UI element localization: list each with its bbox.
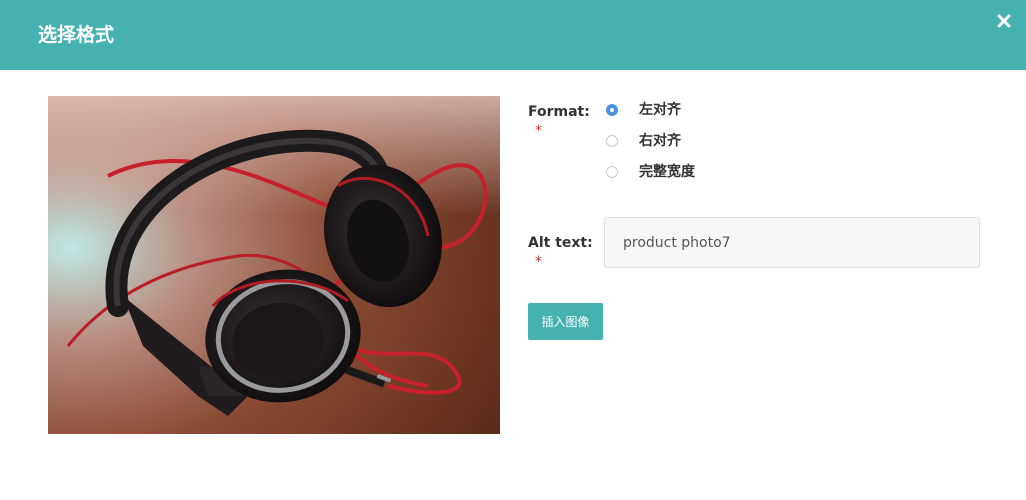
close-icon[interactable]: [996, 13, 1012, 29]
alt-text-input[interactable]: [604, 217, 980, 268]
headphones-image: [48, 96, 500, 434]
format-option-left[interactable]: 左对齐: [604, 100, 681, 120]
alt-text-label: Alt text:: [528, 235, 593, 251]
format-option-full-width[interactable]: 完整宽度: [604, 162, 695, 182]
radio-left-align[interactable]: [606, 104, 618, 116]
format-option-right[interactable]: 右对齐: [604, 131, 681, 151]
dialog-title: 选择格式: [38, 24, 115, 46]
insert-image-button[interactable]: 插入图像: [528, 303, 603, 340]
format-option-label: 左对齐: [639, 102, 681, 118]
format-label: Format:: [528, 104, 590, 120]
format-required-marker: *: [535, 123, 542, 139]
format-option-label: 完整宽度: [639, 164, 695, 180]
dialog-header: 选择格式: [0, 0, 1026, 70]
radio-right-align[interactable]: [606, 135, 618, 147]
alt-text-required-marker: *: [535, 254, 542, 270]
format-option-label: 右对齐: [639, 133, 681, 149]
radio-full-width[interactable]: [606, 166, 618, 178]
